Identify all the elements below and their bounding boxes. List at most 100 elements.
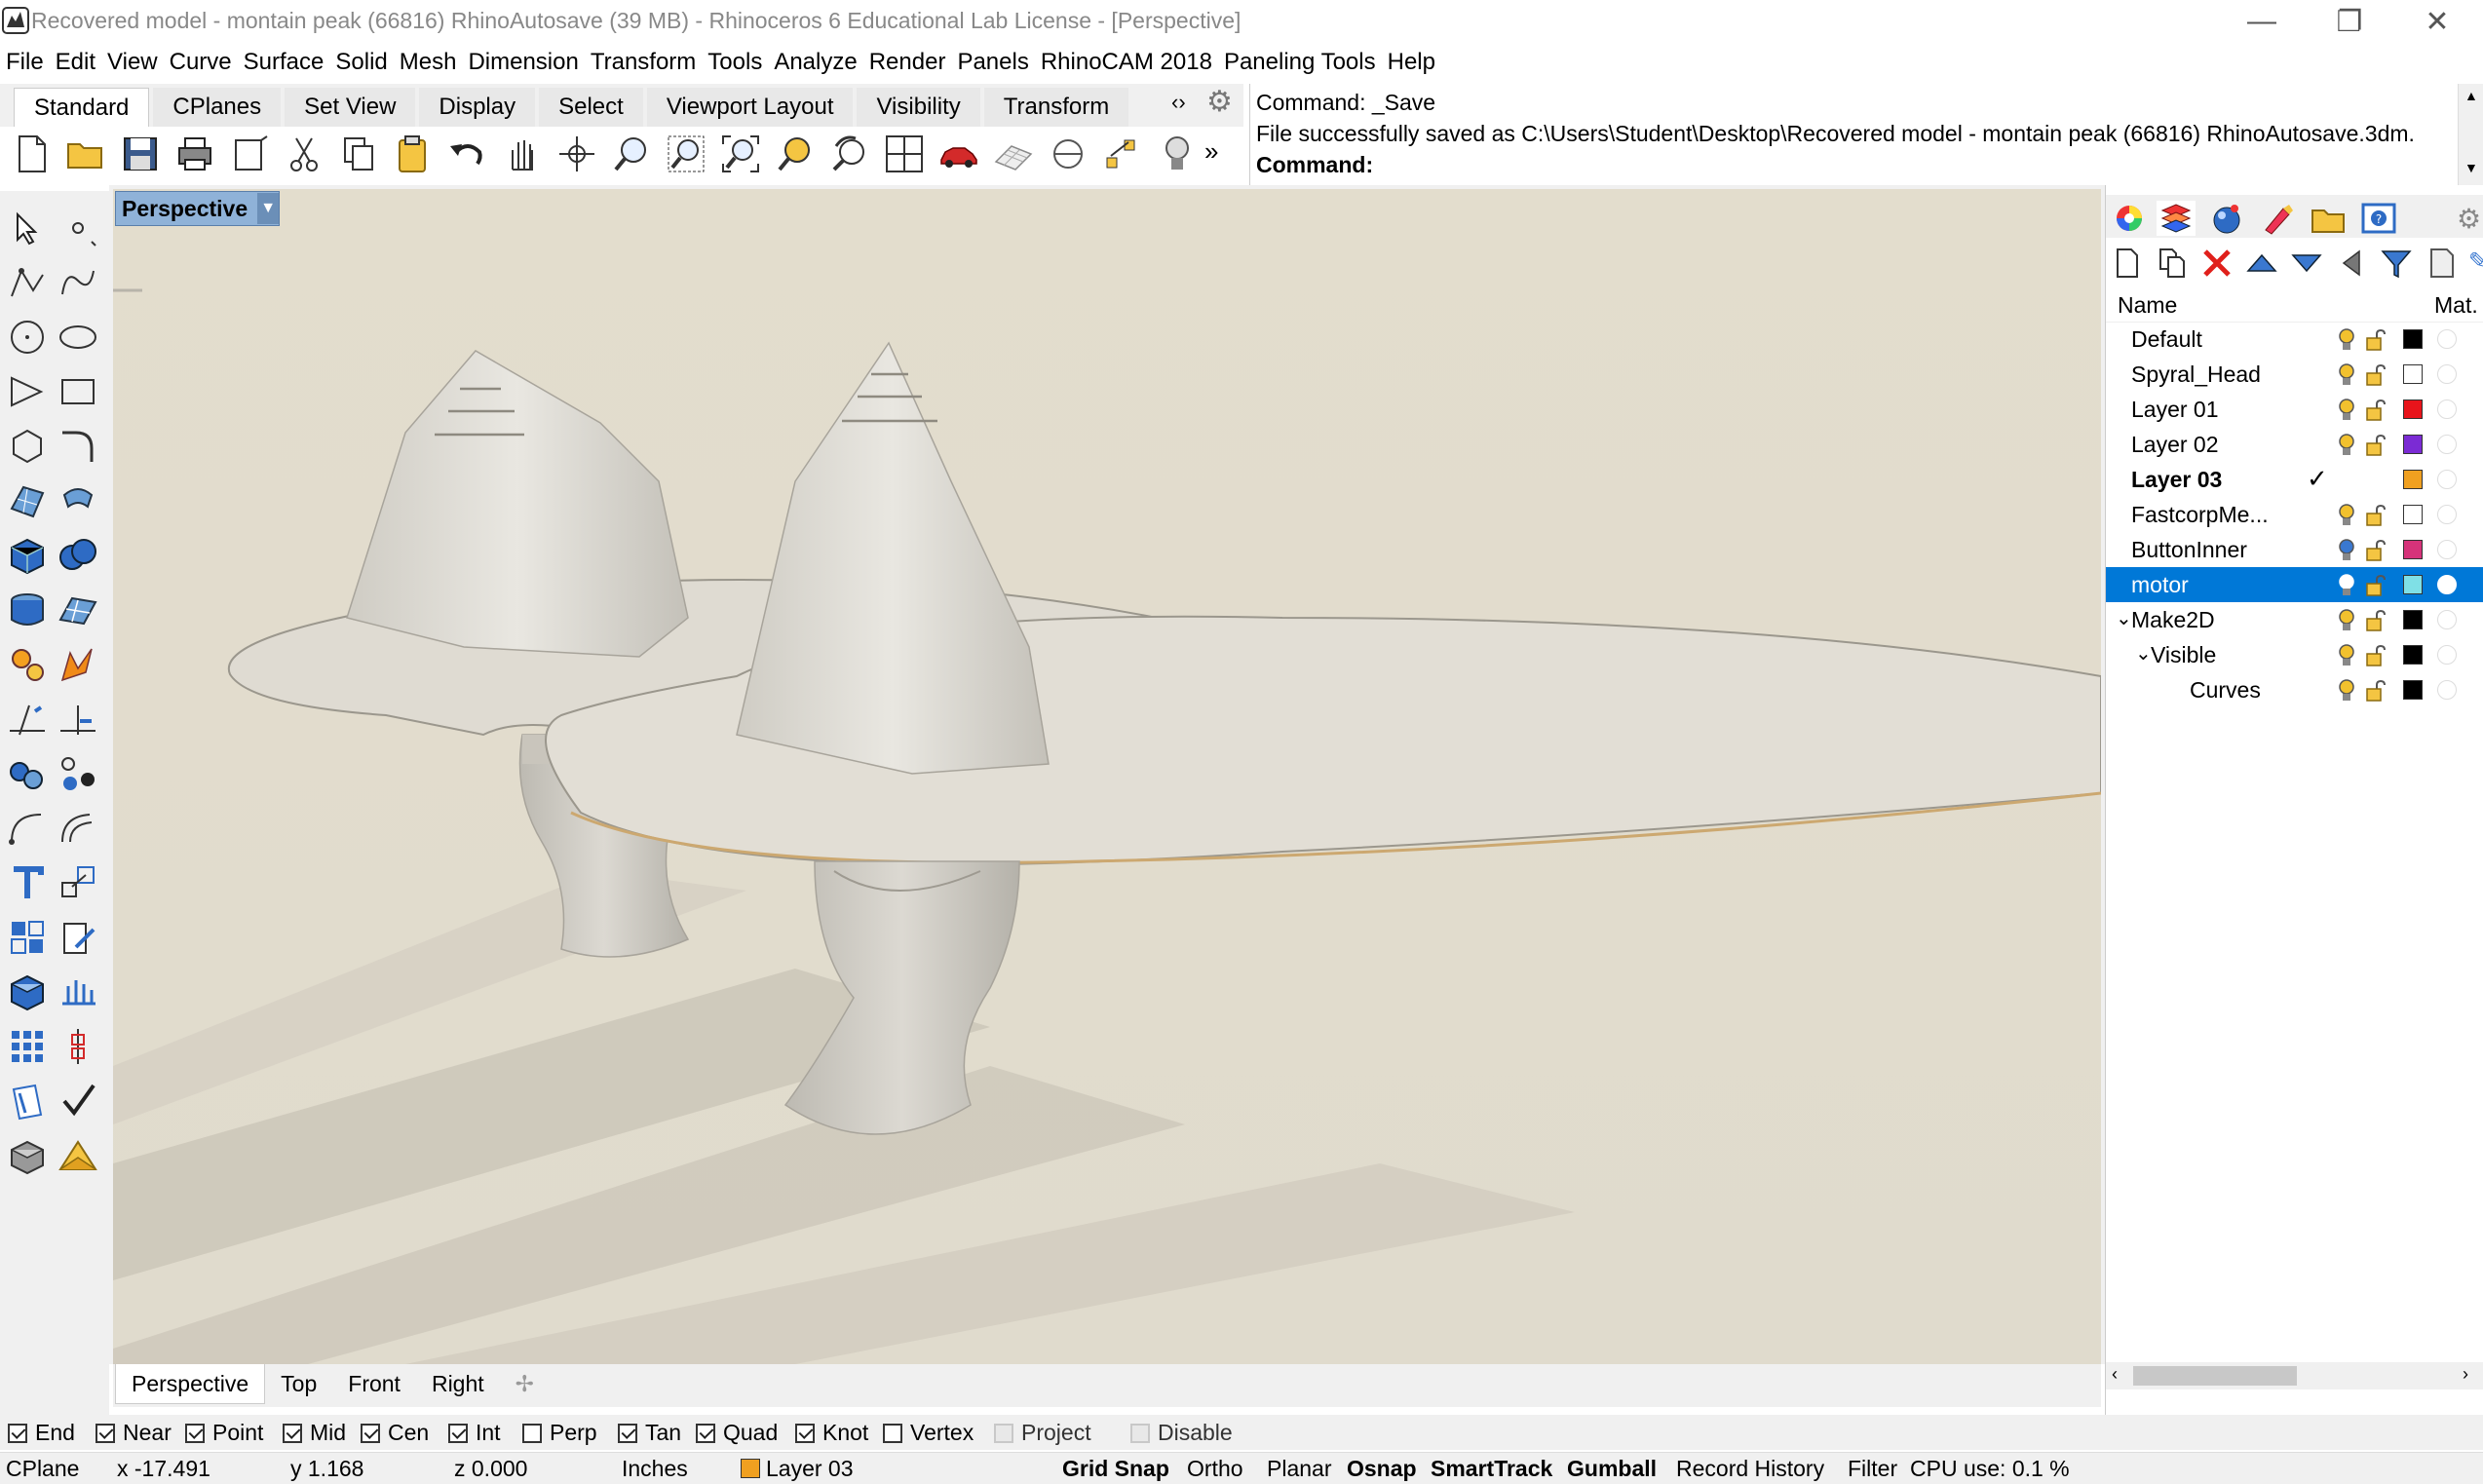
checkbox[interactable] (994, 1423, 1013, 1443)
layer-material-swatch[interactable] (2437, 400, 2457, 419)
edit-points-icon[interactable] (57, 916, 99, 959)
scroll-down-icon[interactable]: ▼ (2464, 160, 2478, 175)
visibility-bulb-icon[interactable] (2336, 433, 2357, 458)
undo-icon[interactable] (446, 133, 489, 175)
paste-icon[interactable] (392, 133, 435, 175)
lock-icon[interactable] (2365, 610, 2387, 631)
ellipse-icon[interactable] (57, 316, 99, 359)
checkbox[interactable] (96, 1423, 115, 1443)
visibility-bulb-icon[interactable] (2336, 503, 2357, 528)
expand-chevron-icon[interactable]: ⌄ (2116, 606, 2132, 630)
brush-icon[interactable] (2258, 201, 2297, 236)
checkbox[interactable] (522, 1423, 542, 1443)
layer-row[interactable]: ButtonInner (2106, 532, 2483, 567)
menu-render[interactable]: Render (863, 45, 952, 80)
lock-icon[interactable] (2365, 680, 2387, 702)
layer-row[interactable]: Spyral_Head (2106, 357, 2483, 392)
offset-curve-icon[interactable] (57, 807, 99, 850)
status-gumball[interactable]: Gumball (1567, 1456, 1657, 1482)
menu-file[interactable]: File (0, 45, 50, 80)
column-material[interactable]: Mat. (2434, 292, 2478, 319)
layer-row[interactable]: Curves (2106, 672, 2483, 707)
layer-row[interactable]: Layer 03 ✓ (2106, 462, 2483, 497)
scale-icon[interactable] (57, 861, 99, 904)
four-viewports-icon[interactable] (883, 133, 926, 175)
viewport-tab-top[interactable]: Top (265, 1364, 332, 1403)
solid-box-icon[interactable] (6, 970, 49, 1013)
new-sublayer-icon[interactable] (2155, 246, 2190, 281)
properties-color-wheel-icon[interactable] (2110, 201, 2149, 236)
layer-row[interactable]: Default (2106, 322, 2483, 357)
osnap-int[interactable]: Int (448, 1420, 501, 1446)
help-panel-icon[interactable]: ? (2359, 201, 2398, 236)
tab-set-view[interactable]: Set View (285, 88, 416, 127)
layer-row[interactable]: Layer 01 (2106, 392, 2483, 427)
osnap-mid[interactable]: Mid (283, 1420, 346, 1446)
menu-edit[interactable]: Edit (50, 45, 101, 80)
lock-icon[interactable] (2365, 540, 2387, 561)
panel-horizontal-scrollbar[interactable]: ‹ › (2106, 1362, 2483, 1389)
tab-cplanes[interactable]: CPlanes (153, 88, 282, 127)
menu-panels[interactable]: Panels (951, 45, 1034, 80)
open-folder-icon[interactable] (64, 133, 107, 175)
viewport-title[interactable]: Perspective ▼ (115, 191, 281, 226)
menu-surface[interactable]: Surface (238, 45, 330, 80)
scroll-left-icon[interactable]: ‹ (2112, 1364, 2118, 1385)
polygon-icon[interactable] (6, 425, 49, 468)
status-planar[interactable]: Planar (1267, 1456, 1331, 1482)
layers-tab-icon[interactable] (2157, 201, 2196, 236)
panel-gear-icon[interactable]: ⚙ (2457, 203, 2481, 235)
toolbar-overflow-icon[interactable]: » (1204, 136, 1218, 167)
bar-chart-analyze-icon[interactable] (57, 970, 99, 1013)
boolean-union-icon[interactable] (57, 534, 99, 577)
menu-curve[interactable]: Curve (164, 45, 238, 80)
snap-cplane-icon[interactable] (1047, 133, 1089, 175)
layer-row[interactable]: ⌄ Make2D (2106, 602, 2483, 637)
visibility-bulb-icon[interactable] (2336, 538, 2357, 563)
undo-view-icon[interactable] (828, 133, 871, 175)
tab-transform[interactable]: Transform (983, 88, 1129, 127)
lock-icon[interactable] (2365, 329, 2387, 351)
cylinder-icon[interactable] (6, 589, 49, 631)
osnap-points-icon[interactable] (1101, 133, 1144, 175)
status-osnap[interactable]: Osnap (1347, 1456, 1417, 1482)
polyline-icon[interactable] (6, 261, 49, 304)
layer-material-swatch[interactable] (2437, 505, 2457, 524)
layer-material-swatch[interactable] (2437, 610, 2457, 629)
status-units[interactable]: Inches (622, 1456, 688, 1482)
curve-icon[interactable] (57, 261, 99, 304)
status-current-layer[interactable]: Layer 03 (741, 1456, 854, 1482)
checkbox[interactable] (361, 1423, 380, 1443)
perspective-viewport[interactable] (113, 189, 2101, 1364)
layer-color-swatch[interactable] (2403, 364, 2423, 384)
delete-layer-icon[interactable] (2199, 246, 2235, 281)
circle-icon[interactable] (6, 316, 49, 359)
visibility-bulb-icon[interactable] (2336, 608, 2357, 633)
status-record-history[interactable]: Record History (1676, 1456, 1824, 1482)
checkbox[interactable] (283, 1423, 302, 1443)
move-layer-down-icon[interactable] (2289, 246, 2324, 281)
restore-button[interactable]: ❐ (2306, 0, 2393, 43)
layer-color-swatch[interactable] (2403, 540, 2423, 559)
tab-visibility[interactable]: Visibility (857, 88, 980, 127)
grid-dots-icon[interactable] (6, 1025, 49, 1068)
menu-solid[interactable]: Solid (329, 45, 393, 80)
lock-icon[interactable] (2365, 645, 2387, 666)
ungroup-icon[interactable] (57, 752, 99, 795)
render-sphere-icon[interactable] (2207, 201, 2246, 236)
layer-material-swatch[interactable] (2437, 680, 2457, 700)
osnap-point[interactable]: Point (185, 1420, 263, 1446)
layer-material-swatch[interactable] (2437, 364, 2457, 384)
viewport-tab-front[interactable]: Front (332, 1364, 416, 1403)
checkbox[interactable] (1130, 1423, 1150, 1443)
menu-analyze[interactable]: Analyze (768, 45, 862, 80)
checkbox[interactable] (696, 1423, 715, 1443)
viewport-tab-perspective[interactable]: Perspective (115, 1364, 266, 1404)
tab-select[interactable]: Select (539, 88, 643, 127)
fillet-curve-icon[interactable] (57, 425, 99, 468)
array-icon[interactable] (6, 916, 49, 959)
osnap-quad[interactable]: Quad (696, 1420, 778, 1446)
viewport-tab-right[interactable]: Right (416, 1364, 500, 1403)
visibility-bulb-icon[interactable] (2336, 678, 2357, 704)
checkbox[interactable] (448, 1423, 468, 1443)
